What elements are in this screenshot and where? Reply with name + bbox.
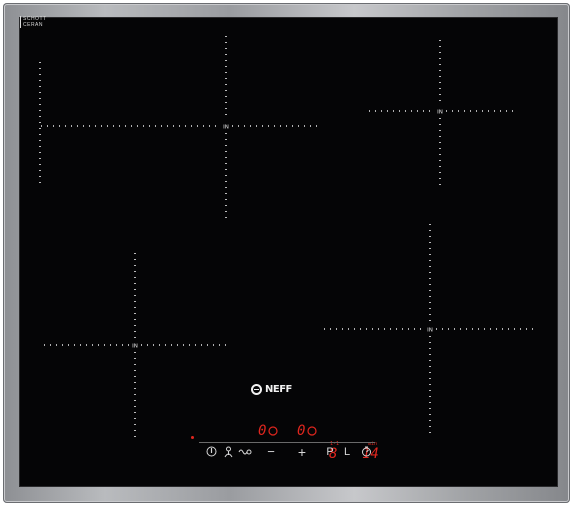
timer-icon	[361, 446, 371, 457]
zone-select-top-right[interactable]	[410, 81, 470, 141]
child-lock-icon	[224, 446, 232, 458]
child-lock-button[interactable]	[220, 444, 236, 460]
control-strip-line	[199, 442, 375, 443]
zone-select-bottom-right[interactable]	[400, 299, 460, 359]
p-button[interactable]: P	[323, 444, 337, 460]
cooking-zone-markings: IN IN IN IN	[39, 36, 537, 438]
plus-button[interactable]: +	[294, 444, 310, 460]
power-button[interactable]	[203, 444, 219, 460]
timer-button[interactable]	[358, 444, 374, 460]
wipe-protect-icon	[238, 449, 252, 455]
zone-display-left: 0	[258, 424, 266, 438]
power-indicator-led	[191, 436, 194, 439]
minus-button[interactable]: −	[263, 444, 279, 460]
zone-select-top-left[interactable]	[196, 96, 256, 156]
wipe-protect-button[interactable]	[237, 444, 253, 460]
zone-display-right: 0	[297, 424, 305, 438]
power-icon	[206, 446, 216, 457]
neff-logo: NEFF	[251, 380, 311, 398]
neff-logo-icon	[251, 383, 262, 395]
zone-indicator-circle-left	[268, 426, 278, 436]
p-label: P	[326, 446, 334, 458]
neff-logo-text: NEFF	[265, 383, 292, 395]
minus-icon: −	[267, 444, 275, 459]
l-button[interactable]: L	[340, 444, 354, 460]
plus-icon: +	[297, 444, 307, 460]
zone-select-bottom-left[interactable]	[105, 315, 165, 375]
zone-display-right-digit1: 0	[297, 423, 306, 439]
zone-display-left-digit1: 0	[258, 423, 267, 439]
cooking-zone-top-left: IN	[39, 36, 318, 218]
l-label: L	[343, 446, 351, 458]
zone-indicator-circle-right	[307, 426, 317, 436]
